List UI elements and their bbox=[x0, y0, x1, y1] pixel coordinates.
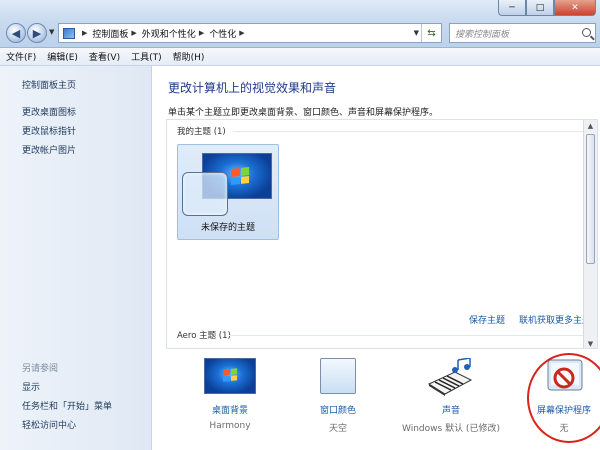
sidebar-link-account-picture[interactable]: 更改帐户图片 bbox=[22, 143, 76, 156]
see-also-heading: 另请参阅 bbox=[22, 364, 59, 374]
address-bar[interactable]: ▶ 控制面板 ▶ 外观和个性化 ▶ 个性化 ▶ ▼ ⇆ bbox=[58, 23, 442, 43]
sidebar-link-mouse-pointers[interactable]: 更改鼠标指针 bbox=[22, 124, 76, 137]
group-divider bbox=[233, 131, 591, 132]
theme-unsaved[interactable]: 未保存的主题 bbox=[177, 144, 279, 240]
breadcrumb-control-panel[interactable]: 控制面板 ▶ bbox=[92, 27, 141, 40]
color-swatch bbox=[320, 358, 356, 394]
back-button[interactable]: ◀ bbox=[6, 23, 26, 43]
arrow-right-icon: ▶ bbox=[32, 26, 42, 40]
menu-edit[interactable]: 编辑(E) bbox=[47, 50, 78, 63]
page-title: 更改计算机上的视觉效果和声音 bbox=[168, 81, 337, 95]
chevron-right-icon: ▶ bbox=[82, 29, 88, 37]
recent-pages-dropdown[interactable]: ▼ bbox=[49, 28, 54, 36]
music-keyboard-icon bbox=[427, 357, 473, 396]
menu-help[interactable]: 帮助(H) bbox=[173, 50, 205, 63]
theme-list[interactable]: 我的主题 (1) 未保存的主题 保存主题 联机获取更多主题 Aero 主题 (1… bbox=[166, 119, 598, 349]
sidebar: 控制面板主页 更改桌面图标 更改鼠标指针 更改帐户图片 另请参阅 显示 任务栏和… bbox=[0, 66, 152, 450]
page-subtitle: 单击某个主题立即更改桌面背景、窗口颜色、声音和屏幕保护程序。 bbox=[168, 108, 439, 118]
desktop-background-icon bbox=[204, 358, 256, 396]
sounds-value: Windows 默认 (已修改) bbox=[402, 424, 500, 434]
close-button[interactable]: ✕ bbox=[554, 0, 596, 16]
maximize-button[interactable]: □ bbox=[526, 0, 554, 16]
breadcrumb-label: 个性化 bbox=[209, 29, 237, 40]
sidebar-link-home[interactable]: 控制面板主页 bbox=[22, 78, 76, 91]
menu-tools[interactable]: 工具(T) bbox=[131, 50, 162, 63]
breadcrumb-label: 外观和个性化 bbox=[141, 29, 196, 40]
breadcrumb-appearance[interactable]: 外观和个性化 ▶ bbox=[142, 27, 209, 40]
chevron-down-icon: ▼ bbox=[49, 28, 55, 36]
menu-bar: 文件(F) 编辑(E) 查看(V) 工具(T) 帮助(H) bbox=[0, 48, 600, 66]
sounds-label: 声音 bbox=[441, 406, 460, 416]
sidebar-link-display[interactable]: 显示 bbox=[22, 380, 40, 393]
theme-list-scrollbar[interactable]: ▲ ▼ bbox=[583, 120, 597, 348]
desktop-background-label: 桌面背景 bbox=[211, 406, 248, 416]
chevron-right-icon: ▶ bbox=[131, 29, 137, 37]
search-placeholder: 搜索控制面板 bbox=[455, 29, 510, 40]
aero-themes-group-label: Aero 主题 (1) bbox=[177, 331, 231, 341]
arrow-left-icon: ◀ bbox=[11, 26, 21, 40]
refresh-button[interactable]: ⇆ bbox=[421, 24, 441, 42]
refresh-icon: ⇆ bbox=[427, 27, 436, 39]
my-themes-group-label: 我的主题 (1) bbox=[177, 127, 226, 137]
get-more-themes-link[interactable]: 联机获取更多主题 bbox=[519, 313, 591, 326]
scroll-down-icon[interactable]: ▼ bbox=[584, 338, 597, 348]
title-bar: ─ □ ✕ ◀ ▶ ▼ ▶ 控制面板 ▶ 外观和个性化 ▶ 个性化 ▶ ▼ ⇆ 搜索控… bbox=[0, 0, 600, 48]
address-dropdown[interactable]: ▼ bbox=[414, 29, 419, 37]
window-color-icon bbox=[312, 358, 364, 396]
desktop-background-setting[interactable]: 桌面背景 Harmony bbox=[175, 358, 285, 431]
chevron-right-icon: ▶ bbox=[198, 29, 205, 37]
sidebar-link-ease-of-access[interactable]: 轻松访问中心 bbox=[22, 418, 76, 431]
window-color-setting[interactable]: 窗口颜色 天空 bbox=[283, 358, 393, 434]
theme-caption: 未保存的主题 bbox=[200, 223, 255, 233]
chevron-right-icon: ▶ bbox=[239, 29, 245, 37]
breadcrumb-personalization[interactable]: 个性化 ▶ bbox=[209, 27, 249, 40]
window-color-value: 天空 bbox=[328, 424, 347, 434]
sounds-icon bbox=[425, 357, 477, 396]
theme-aero-windows7[interactable] bbox=[177, 342, 279, 348]
search-icon[interactable] bbox=[582, 28, 591, 37]
menu-view[interactable]: 查看(V) bbox=[89, 50, 120, 63]
scroll-up-icon[interactable]: ▲ bbox=[584, 120, 597, 132]
breadcrumb-root-arrow[interactable]: ▶ bbox=[79, 29, 92, 37]
scroll-thumb[interactable] bbox=[586, 134, 595, 264]
forward-button[interactable]: ▶ bbox=[27, 23, 47, 43]
wallpaper-thumbnail bbox=[204, 358, 256, 394]
windows-logo-icon bbox=[223, 368, 237, 382]
group-divider bbox=[229, 335, 591, 336]
breadcrumb-label: 控制面板 bbox=[92, 29, 129, 40]
save-theme-link[interactable]: 保存主题 bbox=[469, 313, 505, 326]
sounds-setting[interactable]: 声音 Windows 默认 (已修改) bbox=[396, 357, 506, 434]
sidebar-link-taskbar[interactable]: 任务栏和「开始」菜单 bbox=[22, 399, 112, 412]
window-glass-preview bbox=[182, 172, 228, 216]
main-content: 更改计算机上的视觉效果和声音 单击某个主题立即更改桌面背景、窗口颜色、声音和屏幕… bbox=[153, 66, 600, 450]
search-input[interactable]: 搜索控制面板 bbox=[449, 23, 596, 43]
minimize-button[interactable]: ─ bbox=[498, 0, 526, 16]
window-controls: ─ □ ✕ bbox=[498, 0, 596, 16]
desktop-background-value: Harmony bbox=[209, 421, 251, 431]
window-color-label: 窗口颜色 bbox=[319, 406, 356, 416]
sidebar-link-desktop-icons[interactable]: 更改桌面图标 bbox=[22, 105, 76, 118]
windows-logo-icon bbox=[231, 167, 249, 185]
control-panel-icon bbox=[63, 27, 75, 39]
menu-file[interactable]: 文件(F) bbox=[6, 50, 36, 63]
chevron-down-icon: ▼ bbox=[413, 29, 419, 37]
